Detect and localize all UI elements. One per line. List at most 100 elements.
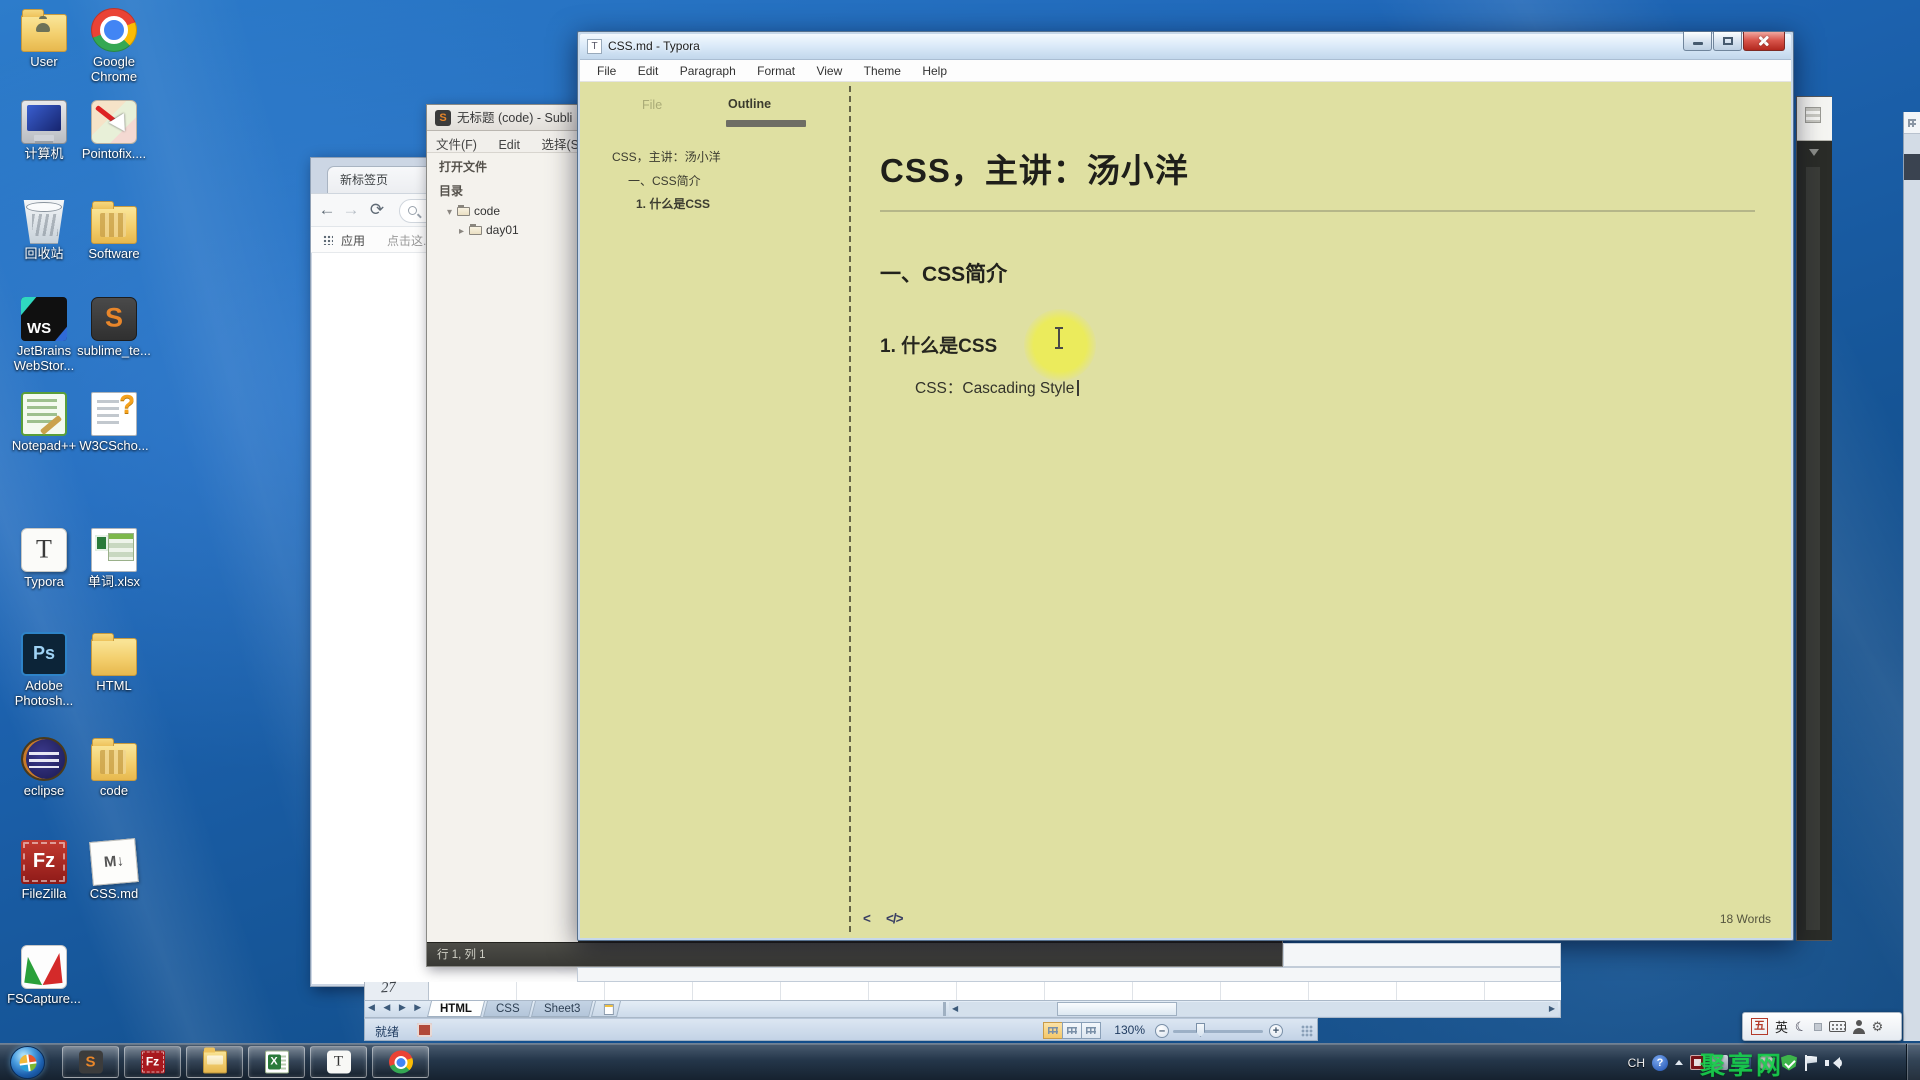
background-window-scrollbar[interactable]: [1903, 112, 1920, 1041]
desktop-icon-w3cschool[interactable]: W3CScho...: [72, 389, 156, 454]
menu-view[interactable]: View: [807, 60, 851, 78]
doc-heading-2[interactable]: 一、CSS简介: [880, 258, 1007, 288]
show-hidden-icons-chevron[interactable]: [1675, 1056, 1683, 1065]
normal-view-button[interactable]: [1043, 1022, 1063, 1039]
row-number-annotation: 27: [380, 979, 397, 997]
maximize-button[interactable]: [1713, 32, 1742, 51]
moon-icon[interactable]: ☾: [1793, 1017, 1808, 1035]
scroll-left-icon[interactable]: ◀: [952, 1004, 958, 1013]
tools-icon[interactable]: ⚙: [1872, 1019, 1884, 1035]
chevron-right-icon[interactable]: ▸: [459, 226, 469, 237]
scrollbar-thumb[interactable]: [1904, 154, 1920, 180]
taskbar-button-filezilla[interactable]: Fz: [124, 1046, 181, 1078]
desktop-icon-sublime[interactable]: sublime_te...: [72, 297, 156, 359]
sublime-sliver-button[interactable]: [1797, 97, 1832, 141]
tab-scrollbar-divider[interactable]: [943, 1002, 946, 1016]
help-icon[interactable]: ?: [1652, 1054, 1668, 1071]
desktop-icon-css-md[interactable]: CSS.md: [72, 838, 156, 902]
taskbar-button-sublime[interactable]: S: [62, 1046, 119, 1078]
scrollbar-top-button[interactable]: [1904, 112, 1920, 134]
taskbar: S Fz T CH ?: [0, 1043, 1920, 1080]
menu-format[interactable]: Format: [748, 60, 804, 78]
desktop-icon-label: Pointofix....: [81, 146, 147, 161]
typora-body: File Outline CSS，主讲：汤小洋 一、CSS简介 1. 什么是CS…: [580, 82, 1791, 938]
ime-wubi-button[interactable]: 五: [1751, 1018, 1768, 1035]
tab-outline[interactable]: Outline: [728, 97, 771, 111]
desktop-icon-software[interactable]: Software: [72, 200, 156, 262]
horizontal-scrollbar-thumb[interactable]: [1057, 1002, 1177, 1016]
start-button[interactable]: [10, 1046, 45, 1079]
w3cschool-icon: [91, 389, 137, 436]
page-break-view-button[interactable]: [1081, 1022, 1101, 1039]
menu-paragraph[interactable]: Paragraph: [671, 60, 745, 78]
sheet-nav-arrows-icon[interactable]: ◀ ◀ ▶ ▶: [368, 1002, 424, 1013]
ime-english-button[interactable]: 英: [1775, 1017, 1788, 1036]
bookmark-apps[interactable]: 应用: [341, 232, 365, 249]
chevron-down-icon[interactable]: ▾: [447, 207, 457, 218]
doc-heading-3[interactable]: 1. 什么是CSS: [880, 331, 997, 358]
tree-item-day01[interactable]: ▸ day01: [427, 220, 578, 239]
excel-file-icon: [91, 528, 137, 572]
page-layout-view-button[interactable]: [1062, 1022, 1082, 1039]
close-button[interactable]: [1743, 32, 1785, 51]
desktop-icon-pointofix[interactable]: Pointofix....: [72, 100, 156, 162]
outline-item-h3[interactable]: 1. 什么是CSS: [636, 195, 710, 212]
menu-help[interactable]: Help: [913, 60, 956, 78]
window-caption-buttons: [1682, 32, 1785, 51]
insert-worksheet-button[interactable]: [591, 1001, 622, 1017]
back-icon[interactable]: ←: [317, 200, 337, 220]
desktop-icon-code-folder[interactable]: code: [72, 737, 156, 799]
reload-icon[interactable]: ⟳: [367, 200, 387, 220]
zoom-out-button[interactable]: –: [1155, 1024, 1169, 1038]
taskbar-button-excel[interactable]: [248, 1046, 305, 1078]
menu-theme[interactable]: Theme: [855, 60, 910, 78]
desktop-icon-chrome[interactable]: Google Chrome: [72, 8, 156, 85]
typora-window-title: CSS.md - Typora: [608, 39, 700, 53]
horizontal-scrollbar-track[interactable]: ◀ ▶: [949, 1002, 1558, 1016]
zoom-in-button[interactable]: +: [1269, 1024, 1283, 1038]
desktop-icon-html-folder[interactable]: HTML: [72, 632, 156, 694]
sheet-tab-sheet3[interactable]: Sheet3: [530, 1001, 594, 1017]
sheet-tab-css[interactable]: CSS: [482, 1001, 533, 1017]
taskbar-button-chrome[interactable]: [372, 1046, 429, 1078]
minimap-column: [1806, 167, 1820, 930]
taskbar-button-explorer[interactable]: [186, 1046, 243, 1078]
forward-icon[interactable]: →: [341, 200, 361, 220]
video-watermark: 聚享网: [1700, 1052, 1785, 1080]
keyboard-icon[interactable]: [1828, 1021, 1846, 1032]
language-indicator[interactable]: CH: [1628, 1056, 1645, 1070]
zoom-slider-track[interactable]: [1173, 1030, 1263, 1033]
zoom-level-label[interactable]: 130%: [1114, 1023, 1145, 1037]
taskbar-button-typora[interactable]: T: [310, 1046, 367, 1078]
sublime-right-edge-sliver: [1796, 96, 1832, 941]
typora-title-bar[interactable]: T CSS.md - Typora: [580, 34, 1791, 60]
sheet-tab-html[interactable]: HTML: [427, 1001, 485, 1017]
source-mode-icon[interactable]: </>: [886, 911, 904, 926]
macro-record-icon[interactable]: [417, 1023, 432, 1037]
grid-icon: [1908, 119, 1916, 127]
desktop-icon-fscapture[interactable]: FSCapture...: [2, 945, 86, 1007]
tab-files[interactable]: File: [642, 98, 662, 112]
zoom-slider-thumb[interactable]: [1196, 1023, 1205, 1037]
outline-item-h1[interactable]: CSS，主讲：汤小洋: [612, 148, 721, 165]
tree-item-code[interactable]: ▾ code: [427, 201, 578, 220]
scroll-down-arrow-icon[interactable]: [1809, 149, 1819, 161]
action-center-flag-icon[interactable]: [1804, 1054, 1818, 1071]
minimize-button[interactable]: [1683, 32, 1712, 51]
sidebar-toggle-icon[interactable]: <: [863, 911, 871, 926]
normal-view-icon: [1048, 1027, 1058, 1034]
desktop-icon-xlsx[interactable]: 单词.xlsx: [72, 528, 156, 590]
excel-cells[interactable]: [429, 982, 1561, 1000]
menu-edit[interactable]: Edit: [489, 135, 529, 155]
outline-item-h2[interactable]: 一、CSS简介: [628, 172, 701, 189]
menu-file[interactable]: File: [588, 60, 625, 78]
show-desktop-button[interactable]: [1906, 1044, 1920, 1080]
sidebar-divider: [849, 86, 851, 932]
volume-speaker-icon[interactable]: [1825, 1055, 1842, 1071]
ime-state-box[interactable]: [1813, 1022, 1822, 1031]
user-icon[interactable]: [1852, 1019, 1865, 1034]
doc-heading-1[interactable]: CSS，主讲：汤小洋: [880, 144, 1189, 192]
scroll-right-icon[interactable]: ▶: [1549, 1004, 1555, 1013]
doc-paragraph[interactable]: CSS：Cascading Style: [915, 376, 1079, 398]
menu-edit[interactable]: Edit: [629, 60, 668, 78]
